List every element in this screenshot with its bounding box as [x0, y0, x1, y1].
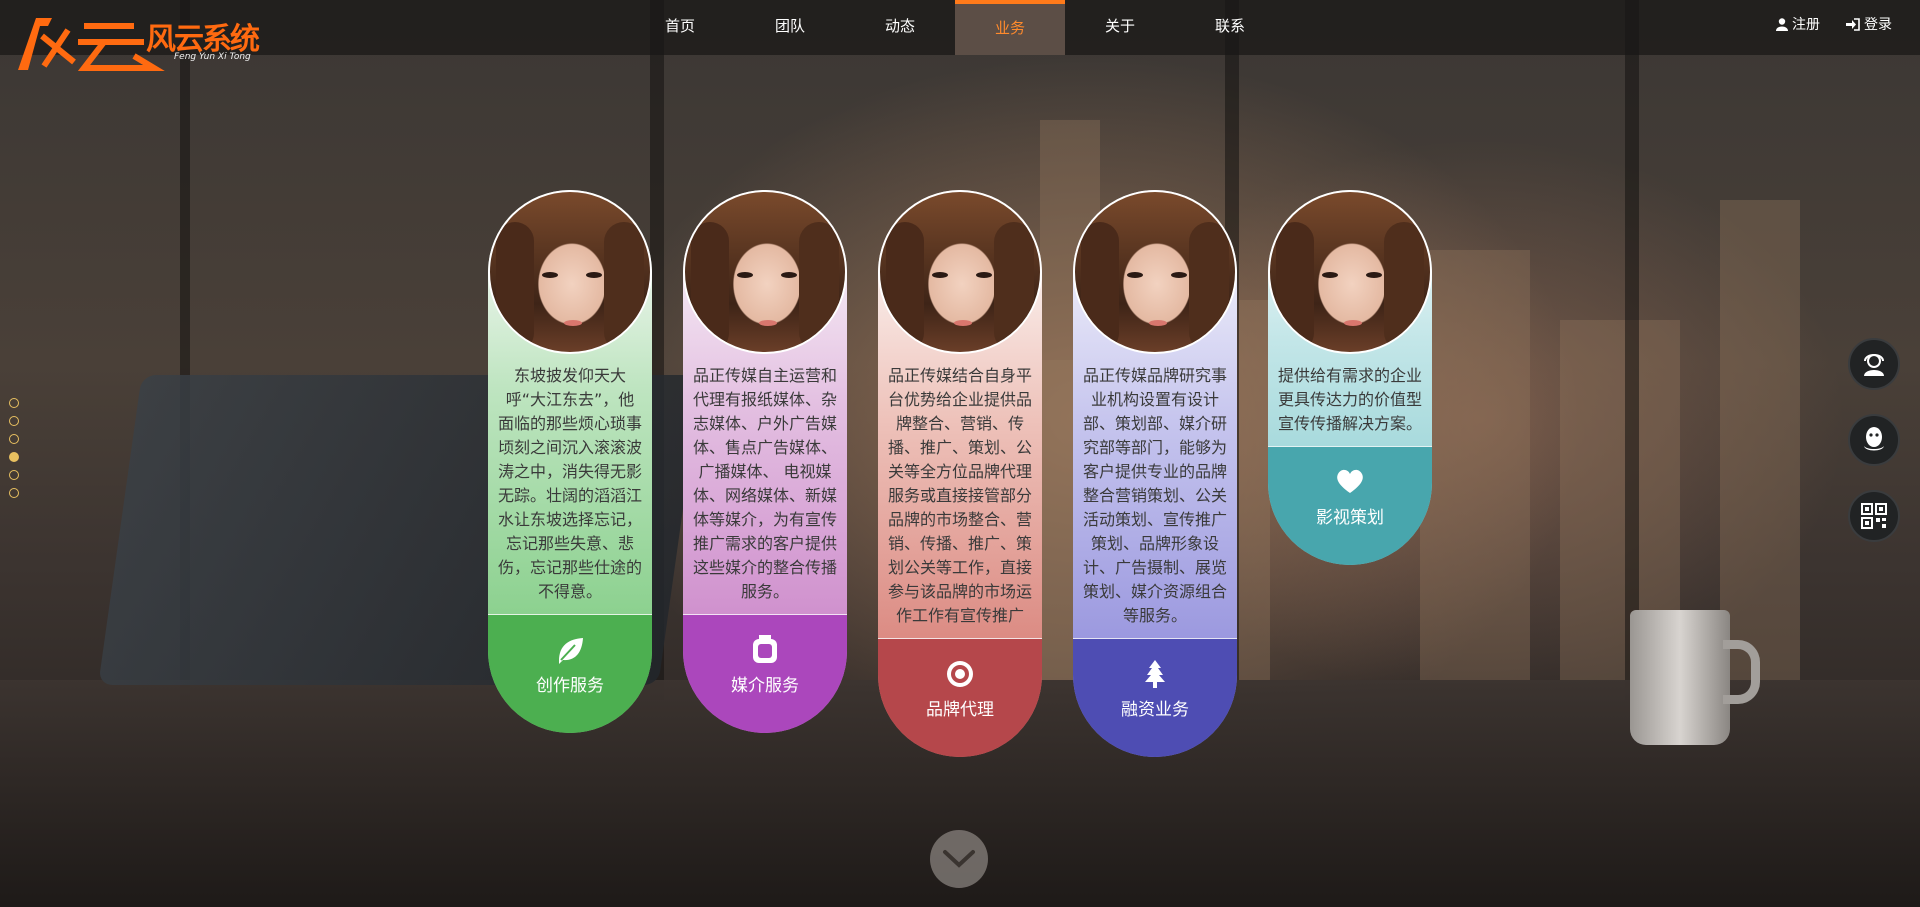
auth-links: 注册 登录	[1776, 14, 1892, 34]
section-pager	[9, 398, 19, 498]
chevron-down-icon	[943, 850, 975, 868]
heart-icon	[1268, 447, 1432, 499]
avatar	[1268, 190, 1432, 354]
pager-dot[interactable]	[9, 434, 19, 444]
pager-dot[interactable]	[9, 398, 19, 408]
building	[1720, 200, 1800, 680]
side-toolbar	[1848, 338, 1900, 542]
leaf-icon	[488, 615, 652, 667]
avatar	[1073, 190, 1237, 354]
card-top: 品正传媒结合自身平台优势给企业提供品牌整合、营销、传播、推广、策划、公关等全方位…	[878, 190, 1042, 638]
qq-icon	[1864, 427, 1884, 451]
login-label: 登录	[1864, 17, 1892, 33]
login-link[interactable]: 登录	[1846, 14, 1892, 34]
square-icon	[683, 615, 847, 667]
service-card-creation[interactable]: 东坡披发仰天大呼“大江东去”，他面临的那些烦心琐事顷刻之间沉入滚滚波涛之中，消失…	[488, 190, 652, 733]
card-description: 品正传媒自主运营和代理有报纸媒体、杂志媒体、户外广告媒体、售点广告媒体、 广播媒…	[693, 366, 838, 601]
target-icon	[878, 639, 1042, 691]
qrcode-button[interactable]	[1848, 490, 1900, 542]
customer-service-icon	[1864, 354, 1884, 376]
service-card-film-planning[interactable]: 提供给有需求的企业更具传达力的价值型宣传传播解决方案。 影视策划	[1268, 190, 1432, 565]
card-top: 提供给有需求的企业更具传达力的价值型宣传传播解决方案。	[1268, 190, 1432, 446]
register-label: 注册	[1792, 17, 1820, 33]
tree-icon	[1073, 639, 1237, 691]
service-card-brand-agency[interactable]: 品正传媒结合自身平台优势给企业提供品牌整合、营销、传播、推广、策划、公关等全方位…	[878, 190, 1042, 757]
card-top: 品正传媒品牌研究事业机构设置有设计部、策划部、媒介研究部等部门，能够为客户提供专…	[1073, 190, 1237, 638]
nav-item-business[interactable]: 业务	[955, 0, 1065, 55]
nav-item-contact[interactable]: 联系	[1175, 0, 1285, 55]
customer-service-button[interactable]	[1848, 338, 1900, 390]
card-label: 创作服务	[536, 676, 604, 696]
card-description: 东坡披发仰天大呼“大江东去”，他面临的那些烦心琐事顷刻之间沉入滚滚波涛之中，消失…	[498, 366, 643, 601]
qrcode-icon	[1861, 503, 1887, 529]
card-top: 品正传媒自主运营和代理有报纸媒体、杂志媒体、户外广告媒体、售点广告媒体、 广播媒…	[683, 190, 847, 614]
service-card-media[interactable]: 品正传媒自主运营和代理有报纸媒体、杂志媒体、户外广告媒体、售点广告媒体、 广播媒…	[683, 190, 847, 733]
building	[1420, 250, 1530, 680]
nav-item-news[interactable]: 动态	[845, 0, 955, 55]
logo-subtitle: Feng Yun Xi Tong	[174, 52, 251, 62]
avatar	[878, 190, 1042, 354]
card-description: 品正传媒品牌研究事业机构设置有设计部、策划部、媒介研究部等部门，能够为客户提供专…	[1083, 366, 1228, 625]
nav-item-home[interactable]: 首页	[625, 0, 735, 55]
nav-item-team[interactable]: 团队	[735, 0, 845, 55]
avatar	[488, 190, 652, 354]
service-card-financing[interactable]: 品正传媒品牌研究事业机构设置有设计部、策划部、媒介研究部等部门，能够为客户提供专…	[1073, 190, 1237, 757]
card-label: 融资业务	[1121, 700, 1189, 720]
card-top: 东坡披发仰天大呼“大江东去”，他面临的那些烦心琐事顷刻之间沉入滚滚波涛之中，消失…	[488, 190, 652, 614]
card-label: 品牌代理	[926, 700, 994, 720]
pager-dot[interactable]	[9, 488, 19, 498]
card-label: 影视策划	[1316, 508, 1384, 528]
qq-button[interactable]	[1848, 414, 1900, 466]
user-icon	[1776, 17, 1788, 31]
pager-dot[interactable]	[9, 416, 19, 426]
sign-in-icon	[1846, 17, 1860, 31]
card-label: 媒介服务	[731, 676, 799, 696]
top-header: 风云系统 Feng Yun Xi Tong 首页 团队 动态 业务 关于 联系 …	[0, 0, 1920, 71]
logo[interactable]: 风云系统 Feng Yun Xi Tong	[14, 12, 264, 76]
mug-image	[1630, 610, 1760, 745]
pager-dot-active[interactable]	[9, 452, 19, 462]
register-link[interactable]: 注册	[1776, 14, 1820, 34]
card-description: 提供给有需求的企业更具传达力的价值型宣传传播解决方案。	[1278, 366, 1423, 433]
pager-dot[interactable]	[9, 470, 19, 480]
avatar	[683, 190, 847, 354]
card-description: 品正传媒结合自身平台优势给企业提供品牌整合、营销、传播、推广、策划、公关等全方位…	[888, 366, 1033, 625]
nav-item-about[interactable]: 关于	[1065, 0, 1175, 55]
window-frame	[1625, 0, 1639, 700]
scroll-down-button[interactable]	[930, 830, 988, 888]
main-nav: 首页 团队 动态 业务 关于 联系	[625, 0, 1285, 55]
